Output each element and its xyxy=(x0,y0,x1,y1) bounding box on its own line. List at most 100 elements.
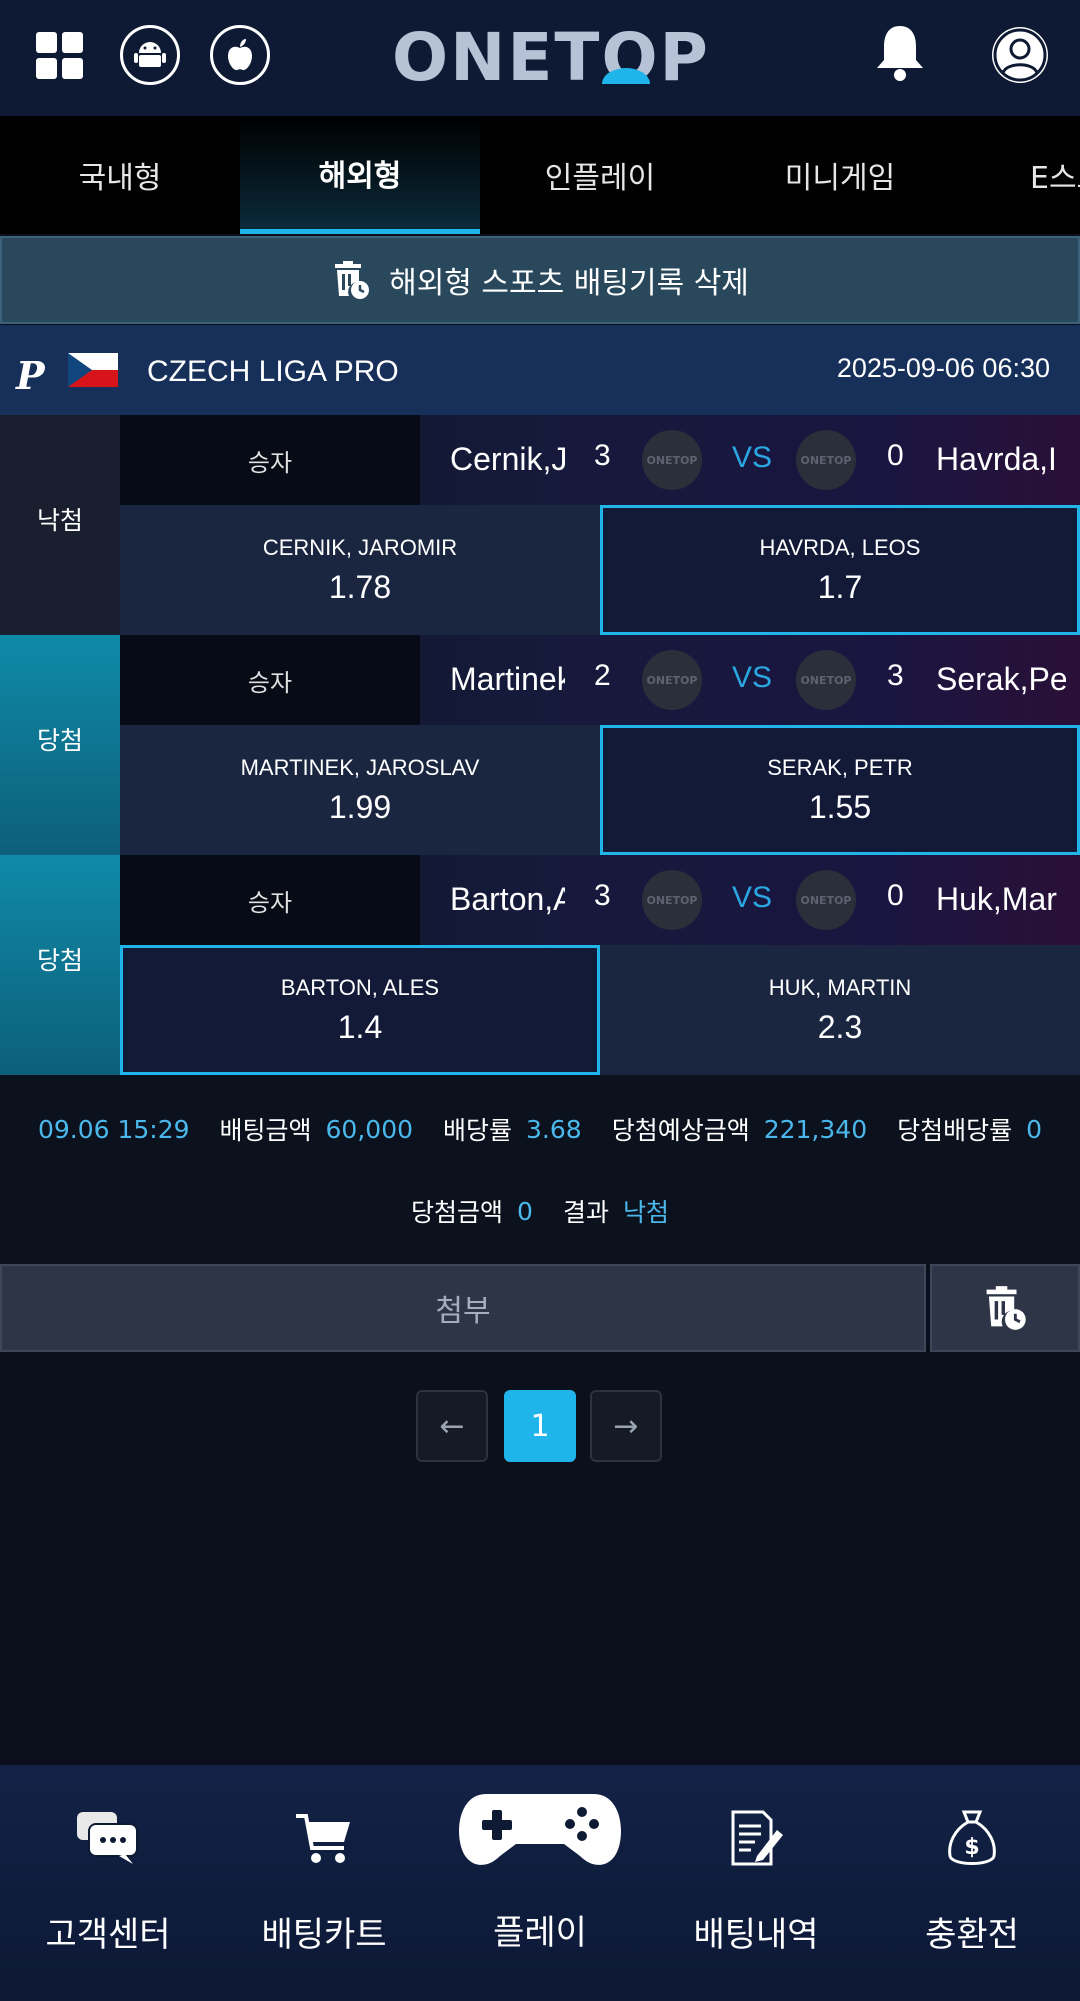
bet-item: 당첨 승자 Martinek 2 ONETOP VS ONETOP 3 Sera… xyxy=(0,635,1080,855)
tab-inplay[interactable]: 인플레이 xyxy=(480,116,720,234)
money-bag-icon: $ xyxy=(948,1810,996,1865)
nav-bet-history[interactable]: 배팅내역 xyxy=(648,1765,864,2001)
away-team-logo: ONETOP xyxy=(796,430,856,490)
expected-amount-label: 당첨예상금액 xyxy=(611,1116,750,1145)
bet-item: 당첨 승자 Barton,A 3 ONETOP VS ONETOP 0 Huk,… xyxy=(0,855,1080,1075)
away-odd-value: 2.3 xyxy=(817,1008,863,1045)
android-icon[interactable] xyxy=(120,25,180,85)
bet-status: 낙첨 xyxy=(0,415,120,635)
away-odd-button[interactable]: HUK, MARTIN 2.3 xyxy=(600,945,1080,1075)
nav-label: 충환전 xyxy=(925,1915,1019,1955)
summary-row-1: 09.06 15:29 배팅금액 60,000 배당률 3.68 당첨예상금액 … xyxy=(0,1111,1080,1147)
delete-history-button[interactable]: 해외형 스포츠 배팅기록 삭제 xyxy=(0,236,1080,324)
tab-overseas[interactable]: 해외형 xyxy=(240,116,480,234)
home-score: 3 xyxy=(594,439,611,472)
bet-amount-label: 배팅금액 xyxy=(219,1116,312,1145)
document-edit-icon xyxy=(731,1810,783,1866)
nav-label: 고객센터 xyxy=(45,1915,171,1955)
home-odd-button[interactable]: BARTON, ALES 1.4 xyxy=(120,945,600,1075)
app-header: ONETOP xyxy=(0,0,1080,116)
match-datetime: 2025-09-06 06:30 xyxy=(836,353,1050,383)
cart-icon xyxy=(296,1814,350,1863)
bet-time: 09.06 15:29 xyxy=(37,1114,190,1144)
nav-label: 플레이 xyxy=(493,1913,587,1953)
pagination: ← 1 → xyxy=(0,1352,1080,1498)
bet-status: 당첨 xyxy=(0,635,120,855)
svg-text:$: $ xyxy=(964,1835,979,1860)
bet-status: 당첨 xyxy=(0,855,120,1075)
home-team: Cernik,J xyxy=(450,441,565,477)
away-team: Havrda,I xyxy=(936,441,1057,477)
home-odd-value: 1.99 xyxy=(328,788,392,825)
away-odd-button[interactable]: SERAK, PETR 1.55 xyxy=(600,725,1080,855)
odds-label: 배당률 xyxy=(443,1116,513,1145)
league-header: P CZECH LIGA PRO 2025-09-06 06:30 xyxy=(0,325,1080,415)
match-line: 승자 Barton,A 3 ONETOP VS ONETOP 0 Huk,Mar xyxy=(120,855,1080,945)
home-player-name: BARTON, ALES xyxy=(280,974,440,1000)
nav-label: 배팅내역 xyxy=(693,1915,819,1955)
vs-label: VS xyxy=(732,661,773,694)
home-odd-button[interactable]: MARTINEK, JAROSLAV 1.99 xyxy=(120,725,600,855)
bell-icon[interactable] xyxy=(872,22,928,82)
trash-clock-icon xyxy=(986,1286,1026,1330)
away-score: 0 xyxy=(887,879,904,912)
odds-value: 3.68 xyxy=(526,1114,582,1144)
attach-button[interactable]: 첨부 xyxy=(0,1264,926,1352)
expected-amount-value: 221,340 xyxy=(763,1114,868,1144)
match-line: 승자 Cernik,J 3 ONETOP VS ONETOP 0 Havrda,… xyxy=(120,415,1080,505)
away-score: 0 xyxy=(887,439,904,472)
home-odd-value: 1.4 xyxy=(337,1008,383,1045)
nav-deposit-withdraw[interactable]: $ 충환전 xyxy=(864,1765,1080,2001)
result-label: 결과 xyxy=(562,1198,609,1227)
away-team: Serak,Pe xyxy=(936,661,1066,697)
home-score: 3 xyxy=(594,879,611,912)
win-odds-value: 0 xyxy=(1026,1114,1043,1144)
away-odd-button[interactable]: HAVRDA, LEOS 1.7 xyxy=(600,505,1080,635)
away-team-logo: ONETOP xyxy=(796,650,856,710)
home-odd-button[interactable]: CERNIK, JAROMIR 1.78 xyxy=(120,505,600,635)
user-icon[interactable] xyxy=(992,27,1048,83)
delete-bet-button[interactable] xyxy=(930,1264,1080,1352)
delete-history-label: 해외형 스포츠 배팅기록 삭제 xyxy=(389,266,749,301)
category-tabs: 국내형 해외형 인플레이 미니게임 E스포 xyxy=(0,116,1080,234)
away-player-name: HAVRDA, LEOS xyxy=(759,534,921,560)
away-team-logo: ONETOP xyxy=(796,870,856,930)
tab-domestic[interactable]: 국내형 xyxy=(0,116,240,234)
bet-type: 승자 xyxy=(120,855,420,945)
home-team: Barton,A xyxy=(450,881,565,917)
bet-type: 승자 xyxy=(120,635,420,725)
svg-text:ONETOP: ONETOP xyxy=(392,19,710,90)
bet-type: 승자 xyxy=(120,415,420,505)
home-player-name: CERNIK, JAROMIR xyxy=(262,534,458,560)
nav-customer-center[interactable]: 고객센터 xyxy=(0,1765,216,2001)
prev-page-button[interactable]: ← xyxy=(416,1390,488,1462)
away-player-name: SERAK, PETR xyxy=(767,754,913,780)
onetop-logo: ONETOP xyxy=(392,19,710,90)
summary-row-2: 당첨금액 0 결과 낙첨 xyxy=(0,1193,1080,1229)
home-team-logo: ONETOP xyxy=(642,650,702,710)
home-team-logo: ONETOP xyxy=(642,430,702,490)
win-odds-label: 당첨배당률 xyxy=(897,1116,1013,1145)
page-1-button[interactable]: 1 xyxy=(504,1390,576,1462)
next-page-button[interactable]: → xyxy=(590,1390,662,1462)
tab-esports[interactable]: E스포 xyxy=(960,116,1080,234)
vs-label: VS xyxy=(732,881,773,914)
home-score: 2 xyxy=(594,659,611,692)
vs-label: VS xyxy=(732,441,773,474)
chat-icon xyxy=(77,1812,138,1864)
win-amount-value: 0 xyxy=(517,1196,533,1226)
away-odd-value: 1.7 xyxy=(817,568,863,605)
win-amount-label: 당첨금액 xyxy=(411,1198,504,1227)
nav-bet-cart[interactable]: 배팅카트 xyxy=(216,1765,432,2001)
home-odd-value: 1.78 xyxy=(328,568,392,605)
away-score: 3 xyxy=(887,659,904,692)
bet-item: 낙첨 승자 Cernik,J 3 ONETOP VS ONETOP 0 Havr… xyxy=(0,415,1080,635)
nav-label: 배팅카트 xyxy=(261,1915,387,1955)
away-player-name: HUK, MARTIN xyxy=(768,974,912,1000)
grid-icon[interactable] xyxy=(36,32,84,80)
tab-minigame[interactable]: 미니게임 xyxy=(720,116,960,234)
match-line: 승자 Martinek 2 ONETOP VS ONETOP 3 Serak,P… xyxy=(120,635,1080,725)
home-team: Martinek xyxy=(450,661,565,697)
apple-icon[interactable] xyxy=(210,25,270,85)
gamepad-icon[interactable] xyxy=(456,1790,624,1870)
